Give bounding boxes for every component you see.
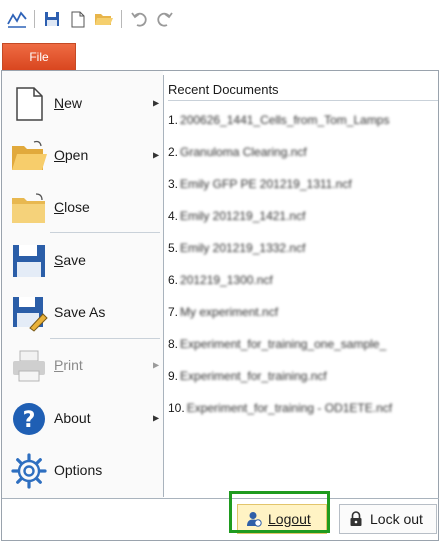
doc-name: Experiment_for_training - OD1ETE.ncf <box>186 401 393 415</box>
menu-commands: New ▶ Open ▶ Close Save Save As Print ▶ … <box>2 71 163 498</box>
file-tab-label: File <box>29 50 49 64</box>
doc-number: 3. <box>168 177 179 191</box>
recent-doc-item[interactable]: 2. Granuloma Clearing.ncf <box>168 140 307 164</box>
recent-doc-item[interactable]: 3. Emily GFP PE 201219_1311.ncf <box>168 172 352 196</box>
doc-number: 5. <box>168 241 179 255</box>
menu-item-label: Open <box>54 147 89 163</box>
doc-name: Emily GFP PE 201219_1311.ncf <box>180 177 352 191</box>
save-as-icon <box>10 294 48 332</box>
lock-out-button[interactable]: Lock out <box>339 504 437 534</box>
menu-item-label: About <box>54 410 91 426</box>
menu-item-open[interactable]: Open ▶ <box>2 129 162 181</box>
recent-doc-item[interactable]: 4. Emily 201219_1421.ncf <box>168 204 305 228</box>
menu-item-label: Print <box>54 357 83 373</box>
doc-number: 6. <box>168 273 179 287</box>
menu-item-print: Print ▶ <box>2 339 162 391</box>
chart-line-icon[interactable] <box>6 8 28 30</box>
menu-item-new[interactable]: New ▶ <box>2 77 162 129</box>
doc-number: 8. <box>168 337 179 351</box>
logout-highlight-frame <box>229 491 330 533</box>
save-icon <box>10 242 48 280</box>
doc-name: 201219_1300.ncf <box>180 273 273 287</box>
menu-item-about[interactable]: ? About ▶ <box>2 392 162 444</box>
menu-item-label: Save <box>54 252 86 268</box>
new-document-icon <box>10 85 48 123</box>
open-folder-icon[interactable] <box>93 8 115 30</box>
lock-icon <box>348 511 364 527</box>
menu-item-label: New <box>54 95 83 111</box>
doc-name: Emily 201219_1332.ncf <box>180 241 306 255</box>
new-document-icon[interactable] <box>67 8 89 30</box>
doc-number: 9. <box>168 369 179 383</box>
recent-doc-item[interactable]: 8. Experiment_for_training_one_sample_ <box>168 332 386 356</box>
footer-divider <box>2 498 439 499</box>
open-folder-icon <box>10 137 48 175</box>
doc-name: Granuloma Clearing.ncf <box>180 145 307 159</box>
doc-number: 4. <box>168 209 179 223</box>
doc-number: 10. <box>168 401 185 415</box>
gear-icon <box>10 452 48 490</box>
toolbar-separator <box>121 10 122 28</box>
recent-doc-item[interactable]: 9. Experiment_for_training.ncf <box>168 364 327 388</box>
recent-documents-panel: Recent Documents 1. 200626_1441_Cells_fro… <box>164 71 438 498</box>
doc-name: Emily 201219_1421.ncf <box>180 209 306 223</box>
menu-item-save-as[interactable]: Save As <box>2 286 162 338</box>
menu-item-save[interactable]: Save <box>2 234 162 286</box>
redo-icon[interactable] <box>154 8 176 30</box>
help-icon: ? <box>10 400 48 438</box>
doc-name: Experiment_for_training.ncf <box>180 369 327 383</box>
lock-out-label: Lock out <box>370 511 423 527</box>
doc-name: Experiment_for_training_one_sample_ <box>180 337 387 351</box>
recent-divider <box>168 100 438 101</box>
submenu-arrow-icon: ▶ <box>153 360 160 370</box>
save-icon[interactable] <box>41 8 63 30</box>
doc-name: My experiment.ncf <box>180 305 279 319</box>
submenu-arrow-icon: ▶ <box>153 150 160 160</box>
recent-doc-item[interactable]: 10. Experiment_for_training - OD1ETE.ncf <box>168 396 392 420</box>
recent-doc-item[interactable]: 5. Emily 201219_1332.ncf <box>168 236 305 260</box>
recent-doc-item[interactable]: 6. 201219_1300.ncf <box>168 268 273 292</box>
menu-item-label: Close <box>54 199 90 215</box>
recent-doc-item[interactable]: 7. My experiment.ncf <box>168 300 278 324</box>
menu-item-label: Options <box>54 462 103 478</box>
menu-item-close[interactable]: Close <box>2 181 162 233</box>
quick-access-toolbar <box>0 0 439 38</box>
submenu-arrow-icon: ▶ <box>153 413 160 423</box>
file-tab[interactable]: File <box>2 43 76 70</box>
doc-number: 2. <box>168 145 179 159</box>
toolbar-separator <box>34 10 35 28</box>
doc-name: 200626_1441_Cells_from_Tom_Lamps <box>180 113 390 127</box>
menu-item-label: Save As <box>54 304 106 320</box>
printer-icon <box>10 347 48 385</box>
undo-icon[interactable] <box>128 8 150 30</box>
file-menu: New ▶ Open ▶ Close Save Save As Print ▶ … <box>1 70 439 541</box>
doc-number: 7. <box>168 305 179 319</box>
menu-item-options[interactable]: Options <box>2 444 162 496</box>
recent-doc-item[interactable]: 1. 200626_1441_Cells_from_Tom_Lamps <box>168 108 389 132</box>
doc-number: 1. <box>168 113 179 127</box>
submenu-arrow-icon: ▶ <box>153 98 160 108</box>
menu-divider <box>50 232 160 233</box>
recent-documents-title: Recent Documents <box>168 82 279 97</box>
close-folder-icon <box>10 189 48 227</box>
svg-text:?: ? <box>23 408 36 433</box>
